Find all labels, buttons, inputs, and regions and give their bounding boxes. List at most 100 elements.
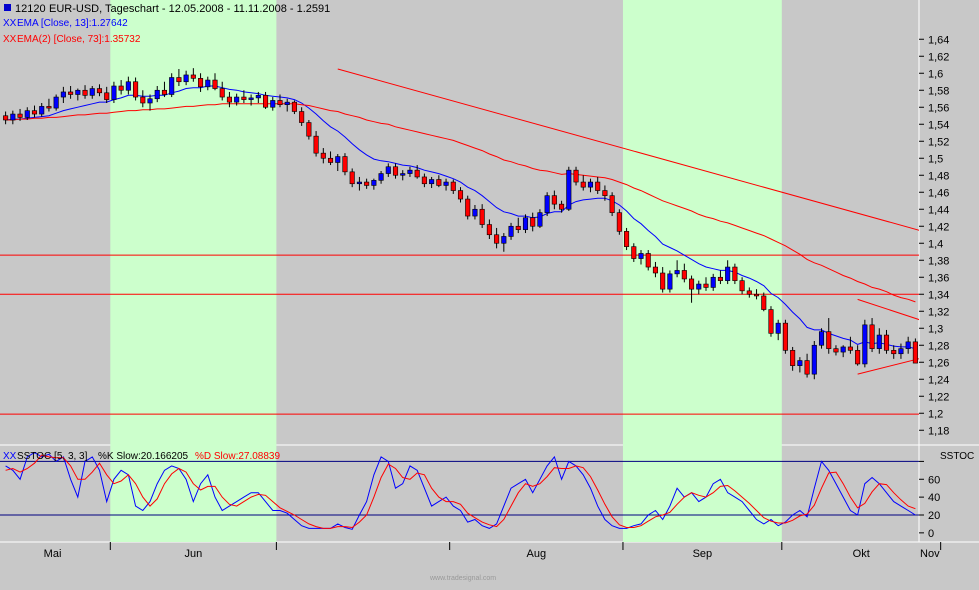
candle-body [392, 166, 399, 176]
price-tick-label: 1,42 [928, 221, 949, 233]
candle [342, 153, 348, 176]
candle [53, 94, 59, 111]
stoch-tick-label: 40 [928, 492, 940, 504]
candle-body [190, 74, 196, 79]
candle-body [652, 266, 658, 274]
candle-body [905, 341, 911, 349]
candle-body [761, 295, 767, 310]
candle-body [205, 79, 211, 88]
ema2-legend-marker-icon[interactable]: XX [3, 34, 17, 45]
candle-body [104, 92, 110, 100]
price-tick-label: 1,22 [928, 391, 949, 403]
candle-body [537, 212, 543, 227]
candle-body [17, 113, 23, 118]
candle-body [169, 77, 175, 95]
candle-body [89, 88, 95, 96]
candle-body [234, 96, 240, 103]
candle-body [198, 78, 204, 88]
candle-body [364, 181, 370, 186]
candle-body [31, 110, 38, 115]
candle-body [912, 341, 918, 364]
candle-body [638, 253, 644, 259]
stoch-legend-marker-icon[interactable]: XX [3, 451, 17, 462]
symbol-id: 12120 [15, 3, 46, 15]
candle-body [696, 283, 702, 290]
price-tick-label: 1,36 [928, 272, 949, 284]
candle-body [855, 350, 861, 365]
candle-body [183, 74, 189, 83]
candle-body [212, 79, 218, 89]
candle-body [494, 234, 500, 244]
candle [465, 195, 471, 220]
candle-body [782, 322, 788, 351]
candle-body [551, 195, 557, 205]
candle-body [710, 276, 716, 288]
candle-body [349, 171, 355, 185]
candle [544, 192, 550, 217]
price-tick-label: 1,54 [928, 119, 949, 131]
candle [566, 166, 572, 211]
candle-body [313, 135, 319, 154]
candle-body [277, 100, 283, 105]
candle-body [414, 169, 420, 178]
candle-body [754, 293, 760, 297]
candle [624, 227, 630, 251]
candle-body [876, 334, 882, 349]
candle-body [82, 89, 88, 96]
price-tick-label: 1,2 [928, 408, 943, 420]
price-tick-label: 1,34 [928, 289, 949, 301]
chart-title: EUR-USD, Tageschart - 12.05.2008 - 11.11… [49, 3, 330, 15]
candle-body [717, 276, 723, 281]
price-tick-label: 1,58 [928, 85, 949, 97]
candle-body [732, 266, 738, 281]
candle-body [118, 85, 124, 91]
time-axis-label: Nov [920, 548, 940, 560]
candle-body [725, 266, 731, 281]
candle-body [24, 110, 30, 118]
candle-body [429, 179, 435, 185]
candle-body [371, 180, 377, 186]
candle-body [407, 169, 413, 174]
candle-body [421, 176, 427, 185]
candle [782, 319, 788, 354]
candle-body [161, 89, 167, 95]
candle-body [508, 225, 514, 237]
ema2-legend: EMA(2) [Close, 73]:1.35732 [17, 34, 141, 45]
watermark: www.tradesignal.com [429, 575, 496, 582]
candle-body [378, 173, 384, 181]
candle-body [609, 195, 615, 213]
chart-window: 1,64 1,62 1,6 1,58 1,56 1,54 1,52 1,5 1,48 1,46 1,… [0, 0, 979, 585]
candle-body [631, 246, 637, 259]
candle-body [140, 96, 146, 104]
stoch-tick-label: 60 [928, 474, 940, 486]
time-axis-label: Jun [184, 548, 202, 560]
price-tick-label: 1,24 [928, 374, 949, 386]
candle-body [284, 101, 290, 106]
candle-body [176, 77, 182, 83]
candle-body [818, 331, 825, 346]
candle-body [674, 270, 680, 275]
candle-body [826, 331, 832, 349]
candle-body [602, 190, 608, 196]
candle-body [883, 334, 890, 351]
candle-body [125, 81, 131, 91]
price-tick-label: 1,48 [928, 170, 949, 182]
candle-body [833, 348, 839, 353]
price-tick-label: 1,38 [928, 255, 949, 267]
price-tick-label: 1,18 [928, 425, 949, 437]
candle-body [270, 100, 276, 108]
price-tick-label: 1,4 [928, 238, 943, 250]
price-tick-label: 1,44 [928, 204, 949, 216]
candle-body [573, 169, 579, 183]
candle-body [804, 360, 810, 375]
candle-body [595, 181, 601, 191]
candle-body [443, 181, 449, 186]
month-highlight-sep [622, 0, 782, 542]
candle-body [154, 89, 160, 100]
candle-body [241, 96, 247, 100]
candle-body [291, 101, 297, 112]
stoch-badge: SSTOC [940, 451, 974, 462]
candle-body [559, 203, 565, 210]
candle-body [255, 95, 261, 99]
ema-legend-marker-icon[interactable]: XX [3, 18, 17, 29]
